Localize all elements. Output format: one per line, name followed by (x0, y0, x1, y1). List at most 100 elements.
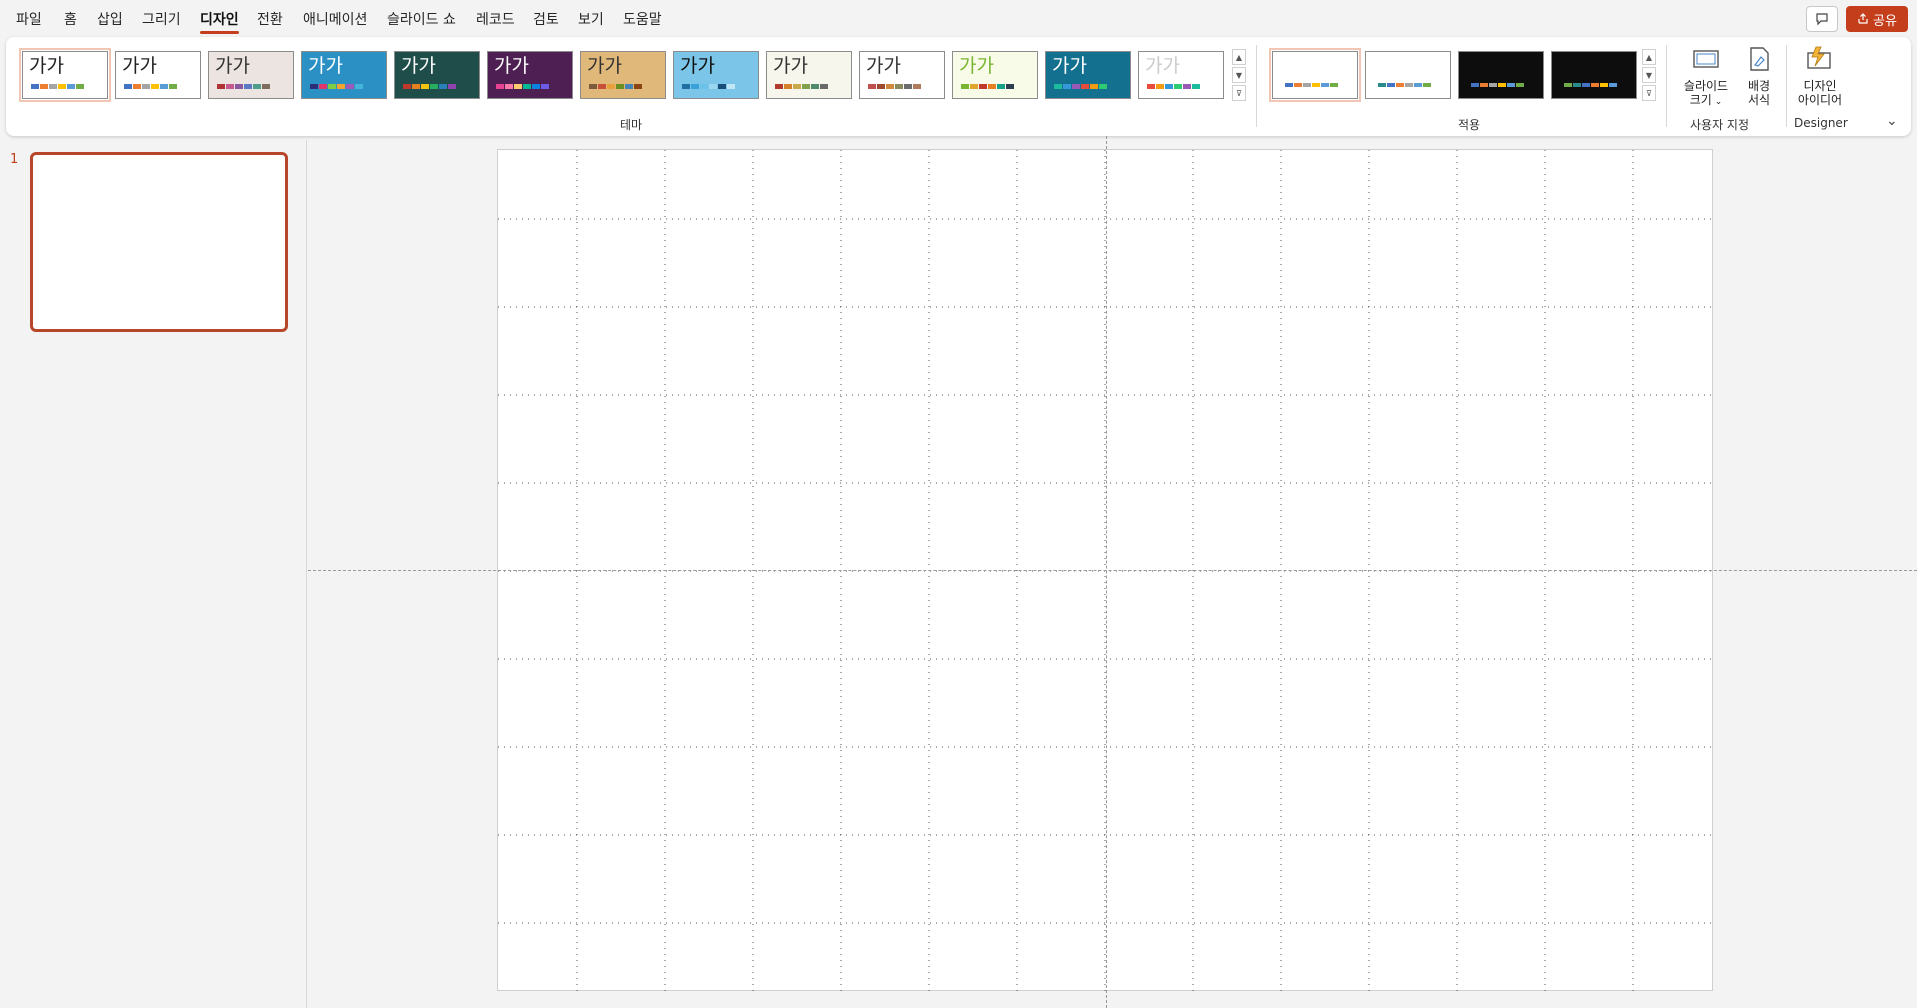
menu-file[interactable]: 파일 (16, 9, 42, 29)
color-swatch (448, 84, 456, 89)
design-ideas-label-2: 아이디어 (1797, 93, 1843, 107)
color-swatch (355, 84, 363, 89)
theme-retrospect[interactable]: 가가 (859, 51, 945, 99)
menu-record[interactable]: 레코드 (476, 9, 515, 29)
color-swatch (328, 84, 336, 89)
collapse-ribbon-icon[interactable]: ⌄ (1886, 113, 1898, 129)
variant-3[interactable] (1458, 51, 1544, 99)
group-separator (1666, 45, 1667, 127)
color-swatch (625, 84, 633, 89)
format-background-button[interactable]: 배경 서식 (1736, 41, 1782, 107)
design-ideas-button[interactable]: 디자인 아이디어 (1790, 41, 1850, 107)
theme-color-swatches (1147, 84, 1200, 89)
themes-more[interactable]: ⊽ (1232, 85, 1246, 101)
menu-help[interactable]: 도움말 (623, 9, 662, 29)
theme-color-swatches (868, 84, 921, 89)
color-swatch (1063, 84, 1071, 89)
color-swatch (607, 84, 615, 89)
theme-color-swatches (1054, 84, 1107, 89)
theme-sample-text: 가가 (1145, 55, 1180, 77)
color-swatch (1321, 83, 1329, 87)
slide-size-button[interactable]: 슬라이드 크기 ⌄ (1676, 41, 1736, 109)
menu-draw[interactable]: 그리기 (142, 9, 181, 29)
color-swatch (430, 84, 438, 89)
color-swatch (1054, 84, 1062, 89)
color-swatch (421, 84, 429, 89)
color-swatch (1072, 84, 1080, 89)
color-swatch (124, 84, 132, 89)
theme-gallery[interactable]: 가가 (1138, 51, 1224, 99)
theme-office[interactable]: 가가 (19, 48, 111, 102)
theme-facet[interactable]: 가가 (301, 51, 387, 99)
color-swatch (1174, 84, 1182, 89)
slide-thumbnail[interactable] (30, 152, 288, 332)
themes-scroll-up[interactable]: ▲ (1232, 49, 1246, 65)
color-swatch (1471, 83, 1479, 87)
color-swatch (1312, 83, 1320, 87)
theme-office2[interactable]: 가가 (115, 51, 201, 99)
color-swatch (337, 84, 345, 89)
theme-slice[interactable]: 가가 (952, 51, 1038, 99)
theme-ion[interactable]: 가가 (394, 51, 480, 99)
variant-4[interactable] (1551, 51, 1637, 99)
variant-2[interactable] (1365, 51, 1451, 99)
color-swatch (1498, 83, 1506, 87)
menu-animations[interactable]: 애니메이션 (303, 9, 367, 29)
theme-vapor[interactable]: 가가 (1045, 51, 1131, 99)
color-swatch (496, 84, 504, 89)
menu-view[interactable]: 보기 (578, 9, 604, 29)
color-swatch (541, 84, 549, 89)
color-swatch (1609, 83, 1617, 87)
theme-organic[interactable]: 가가 (766, 51, 852, 99)
themes-group-label: 테마 (620, 118, 643, 132)
menu-slideshow[interactable]: 슬라이드 쇼 (387, 9, 456, 29)
color-swatch (403, 84, 411, 89)
variants-scroll-up[interactable]: ▲ (1642, 49, 1656, 65)
menu-transitions[interactable]: 전환 (257, 9, 283, 29)
theme-sample-text: 가가 (122, 55, 157, 77)
theme-wood[interactable]: 가가 (580, 51, 666, 99)
color-swatch (1156, 84, 1164, 89)
variant-color-swatches (1378, 83, 1431, 87)
color-swatch (793, 84, 801, 89)
comments-button[interactable] (1806, 6, 1838, 32)
variant-color-swatches (1471, 83, 1524, 87)
color-swatch (616, 84, 624, 89)
color-swatch (532, 84, 540, 89)
color-swatch (700, 84, 708, 89)
color-swatch (775, 84, 783, 89)
color-swatch (1006, 84, 1014, 89)
menu-home[interactable]: 홈 (64, 9, 77, 29)
variants-scroll-down[interactable]: ▼ (1642, 67, 1656, 83)
theme-berlin[interactable]: 가가 (208, 51, 294, 99)
theme-sample-text: 가가 (587, 55, 622, 77)
color-swatch (979, 84, 987, 89)
theme-mesh[interactable]: 가가 (673, 51, 759, 99)
menu-design[interactable]: 디자인 (200, 9, 239, 34)
theme-color-swatches (217, 84, 270, 89)
variants-more[interactable]: ⊽ (1642, 85, 1656, 101)
menu-insert[interactable]: 삽입 (97, 9, 123, 29)
color-swatch (1303, 83, 1311, 87)
slide-size-label-2: 크기 (1689, 93, 1712, 107)
color-swatch (262, 84, 270, 89)
share-button[interactable]: 공유 (1846, 6, 1908, 32)
theme-color-swatches (403, 84, 456, 89)
menu-review[interactable]: 검토 (533, 9, 559, 29)
theme-color-swatches (589, 84, 642, 89)
color-swatch (1489, 83, 1497, 87)
horizontal-guide[interactable] (308, 570, 1917, 571)
theme-sample-text: 가가 (680, 55, 715, 77)
vertical-guide[interactable] (1106, 136, 1107, 1008)
theme-ionboard[interactable]: 가가 (487, 51, 573, 99)
themes-scroll-down[interactable]: ▼ (1232, 67, 1246, 83)
theme-sample-text: 가가 (401, 55, 436, 77)
theme-color-swatches (31, 84, 84, 89)
design-ideas-label-1: 디자인 (1803, 79, 1837, 93)
color-swatch (1591, 83, 1599, 87)
color-swatch (709, 84, 717, 89)
variant-1[interactable] (1269, 48, 1361, 102)
color-swatch (802, 84, 810, 89)
color-swatch (634, 84, 642, 89)
color-swatch (1396, 83, 1404, 87)
